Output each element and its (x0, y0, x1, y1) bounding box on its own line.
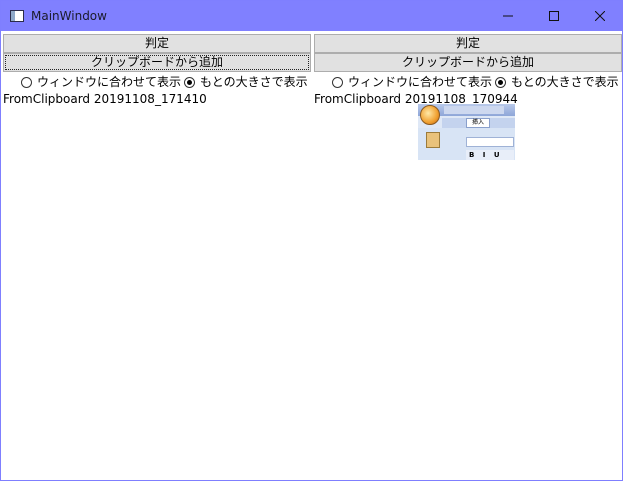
display-mode-radio-group: ウィンドウに合わせて表示 もとの大きさで表示 (332, 73, 622, 89)
add-from-clipboard-button[interactable]: クリップボードから追加 (314, 53, 622, 72)
minimize-button[interactable] (485, 1, 531, 31)
window-title: MainWindow (31, 9, 107, 23)
maximize-button[interactable] (531, 1, 577, 31)
radio-unchecked-icon (21, 77, 32, 88)
display-mode-radio-group: ウィンドウに合わせて表示 もとの大きさで表示 (21, 73, 311, 89)
main-window: MainWindow 判定 クリップボードから追加 ウィンドウに合わせて表示 も… (0, 0, 623, 481)
title-bar[interactable]: MainWindow (1, 1, 622, 31)
add-from-clipboard-button[interactable]: クリップボードから追加 (3, 53, 311, 72)
clipboard-image: 挿入 B I U (418, 104, 515, 160)
judge-button[interactable]: 判定 (314, 34, 622, 53)
image-ribbon-tab: 挿入 (466, 118, 490, 128)
close-button[interactable] (577, 1, 623, 31)
minimize-icon (503, 15, 513, 17)
office-button-icon (420, 105, 440, 125)
radio-original-label: もとの大きさで表示 (200, 75, 308, 89)
radio-fit-to-window[interactable]: ウィンドウに合わせて表示 (332, 73, 492, 90)
radio-original-size[interactable]: もとの大きさで表示 (184, 73, 308, 90)
radio-fit-label: ウィンドウに合わせて表示 (348, 75, 493, 89)
right-panel: 判定 クリップボードから追加 ウィンドウに合わせて表示 もとの大きさで表示 Fr… (314, 32, 622, 479)
radio-checked-icon (184, 77, 196, 88)
left-panel: 判定 クリップボードから追加 ウィンドウに合わせて表示 もとの大きさで表示 Fr… (3, 32, 311, 479)
maximize-icon (549, 11, 559, 21)
close-icon (595, 11, 605, 21)
radio-original-size[interactable]: もとの大きさで表示 (495, 73, 619, 90)
radio-fit-label: ウィンドウに合わせて表示 (37, 75, 182, 89)
clipboard-paste-icon (426, 132, 440, 148)
image-format-row: B I U (466, 150, 514, 160)
image-font-box (466, 137, 514, 147)
radio-checked-icon (495, 77, 507, 88)
radio-fit-to-window[interactable]: ウィンドウに合わせて表示 (21, 73, 181, 90)
judge-button[interactable]: 判定 (3, 34, 311, 53)
radio-original-label: もとの大きさで表示 (511, 75, 619, 89)
app-window-icon (10, 10, 24, 22)
source-label: FromClipboard 20191108_171410 (3, 92, 207, 106)
radio-unchecked-icon (332, 77, 343, 88)
